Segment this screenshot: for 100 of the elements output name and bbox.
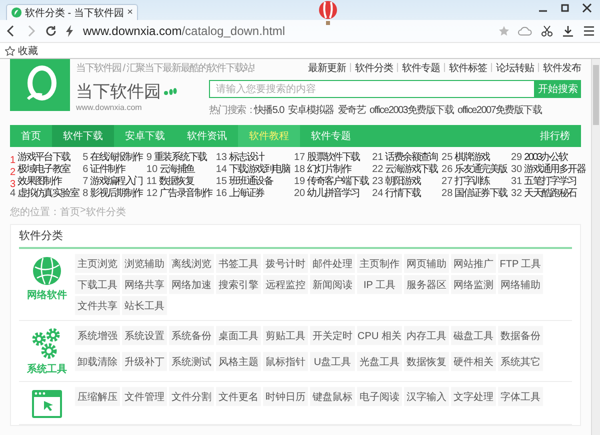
top-link[interactable]: 软件分类 bbox=[355, 60, 393, 74]
category-tag[interactable]: IP 工具 bbox=[357, 275, 402, 294]
hot-search-link[interactable]: office2003免费版下载 bbox=[370, 103, 454, 117]
category-tag[interactable]: 网络加速 bbox=[169, 275, 214, 294]
ranking-link[interactable]: 5 在线海报制作 bbox=[82, 152, 142, 164]
star-icon[interactable] bbox=[499, 26, 509, 36]
category-tag[interactable]: 硬件相关 bbox=[451, 352, 496, 371]
ranking-link[interactable]: 18 幻灯片制作 bbox=[294, 164, 368, 176]
ranking-link[interactable]: 32 天天酷跑秘石 bbox=[510, 188, 585, 200]
ranking-link[interactable]: 14 下载游戏到电脑 bbox=[216, 164, 290, 176]
maximize-icon[interactable] bbox=[560, 3, 570, 13]
ranking-link[interactable]: 6 证件制作 bbox=[82, 164, 142, 176]
ranking-link[interactable]: 30 游戏通用多开器 bbox=[510, 164, 585, 176]
ranking-link[interactable]: 12 广告录音制作 bbox=[146, 188, 212, 200]
ranking-link[interactable]: 17 股票软件下载 bbox=[294, 152, 368, 164]
cloud-icon[interactable] bbox=[518, 26, 532, 36]
category-tag[interactable]: 服务器区 bbox=[404, 275, 449, 294]
category-tag[interactable]: 主页制作 bbox=[357, 254, 402, 273]
category-tag[interactable]: 系统增强 bbox=[75, 326, 120, 345]
category-tag[interactable]: 拨号计时 bbox=[263, 254, 308, 273]
bookmark-label[interactable]: 收藏 bbox=[18, 44, 38, 58]
category-tag[interactable]: 数据恢复 bbox=[404, 352, 449, 371]
ranking-link[interactable]: 29 2003办公软 bbox=[510, 152, 585, 164]
category-tag[interactable]: 离线浏览 bbox=[169, 254, 214, 273]
ranking-link[interactable]: 10 云海捕鱼 bbox=[146, 164, 212, 176]
category-tag[interactable]: 磁盘工具 bbox=[451, 326, 496, 345]
menu-icon[interactable] bbox=[583, 25, 595, 37]
category-tag[interactable]: 电子阅读 bbox=[357, 387, 402, 406]
category-tag[interactable]: 数据备份 bbox=[498, 326, 543, 345]
top-link[interactable]: 软件标签 bbox=[449, 60, 487, 74]
category-tag[interactable]: 时钟日历 bbox=[263, 387, 308, 406]
category-tag[interactable]: 系统测试 bbox=[169, 352, 214, 371]
category-tag[interactable]: 邮件处理 bbox=[310, 254, 355, 273]
ranking-link[interactable]: 15 班班通设备 bbox=[216, 176, 290, 188]
category-tag[interactable]: 光盘工具 bbox=[357, 352, 402, 371]
hot-search-link[interactable]: 爱奇艺 bbox=[338, 103, 366, 117]
category-tag[interactable]: 书签工具 bbox=[216, 254, 261, 273]
ranking-link[interactable]: 25 棋牌游戏 bbox=[442, 152, 507, 164]
category-tag[interactable]: 下载工具 bbox=[75, 275, 120, 294]
category-tag[interactable]: 新闻阅读 bbox=[310, 275, 355, 294]
top-link[interactable]: 最新更新 bbox=[308, 60, 346, 74]
category-tag[interactable]: 文件分割 bbox=[169, 387, 214, 406]
ranking-link[interactable]: 21 话费余额查询 bbox=[372, 152, 438, 164]
category-tag[interactable]: 文件共享 bbox=[75, 296, 120, 315]
category-tag[interactable]: 系统其它 bbox=[498, 352, 543, 371]
category-tag[interactable]: CPU 相关 bbox=[357, 326, 402, 345]
ranking-link[interactable]: 1 游戏平台下载 bbox=[10, 152, 78, 164]
category-tag[interactable]: 升级补丁 bbox=[122, 352, 167, 371]
top-link[interactable]: 论坛转贴 bbox=[496, 60, 534, 74]
reload-icon[interactable] bbox=[45, 25, 57, 37]
category-tag[interactable]: FTP 工具 bbox=[498, 254, 543, 273]
category-tag[interactable]: 风格主题 bbox=[216, 352, 261, 371]
hot-search-link[interactable]: office2007免费版下载 bbox=[458, 103, 542, 117]
ranking-link[interactable]: 3 效果图制作 bbox=[10, 176, 78, 188]
ranking-link[interactable]: 16 上海证券 bbox=[216, 188, 290, 200]
top-link[interactable]: 软件发布 bbox=[543, 60, 581, 74]
ranking-link[interactable]: 9 重装系统下载 bbox=[146, 152, 212, 164]
hot-search-link[interactable]: 快播5.0 bbox=[254, 103, 284, 117]
category-tag[interactable]: 网络共享 bbox=[122, 275, 167, 294]
ranking-link[interactable]: 7 游戏编程入门 bbox=[82, 176, 142, 188]
ranking-link[interactable]: 4 虚拟仿真实验室 bbox=[10, 188, 78, 200]
category-tag[interactable]: 桌面工具 bbox=[216, 326, 261, 345]
category-tag[interactable]: 剪贴工具 bbox=[263, 326, 308, 345]
category-tag[interactable]: 开关定时 bbox=[310, 326, 355, 345]
ranking-link[interactable]: 2 极域电子教室 bbox=[10, 164, 78, 176]
ranking-link[interactable]: 19 传奇客户端下载 bbox=[294, 176, 368, 188]
browser-tab[interactable]: 软件分类 - 当下软件园 × bbox=[6, 4, 138, 20]
category-tag[interactable]: 鼠标指针 bbox=[263, 352, 308, 371]
search-field[interactable]: 请输入您要搜索的内容 bbox=[209, 80, 535, 98]
download-icon[interactable] bbox=[562, 25, 574, 37]
category-tag[interactable]: 文件更名 bbox=[216, 387, 261, 406]
category-tag[interactable]: 文件管理 bbox=[122, 387, 167, 406]
ranking-link[interactable]: 31 五笔打字学习 bbox=[510, 176, 585, 188]
category-tag[interactable]: 浏览辅助 bbox=[122, 254, 167, 273]
category-tag[interactable]: 系统备份 bbox=[169, 326, 214, 345]
ranking-link[interactable]: 24 行情下载 bbox=[372, 188, 438, 200]
category-tag[interactable]: 远程监控 bbox=[263, 275, 308, 294]
category-tag[interactable]: 压缩解压 bbox=[75, 387, 120, 406]
top-link[interactable]: 软件专题 bbox=[402, 60, 440, 74]
category-tag[interactable]: 系统设置 bbox=[122, 326, 167, 345]
close-icon[interactable] bbox=[582, 3, 592, 13]
category-tag[interactable]: 网页辅助 bbox=[404, 254, 449, 273]
ranking-link[interactable]: 22 云海游戏下载 bbox=[372, 164, 438, 176]
ranking-link[interactable]: 27 打字训练 bbox=[442, 176, 507, 188]
hot-search-link[interactable]: 安卓模拟器 bbox=[288, 103, 334, 117]
ranking-link[interactable]: 8 影视后期制作 bbox=[82, 188, 142, 200]
ranking-link[interactable]: 28 国信证券下载 bbox=[442, 188, 507, 200]
category-tag[interactable]: 网络监测 bbox=[451, 275, 496, 294]
category-tag[interactable]: 内存工具 bbox=[404, 326, 449, 345]
category-tag[interactable]: 键盘鼠标 bbox=[310, 387, 355, 406]
ranking-link[interactable]: 26 乐友通完美版 bbox=[442, 164, 507, 176]
category-tag[interactable]: 文字处理 bbox=[451, 387, 496, 406]
category-tag[interactable]: U盘工具 bbox=[310, 352, 355, 371]
category-tag[interactable]: 网络辅助 bbox=[498, 275, 543, 294]
scrollbar[interactable] bbox=[591, 59, 600, 435]
category-tag[interactable]: 主页浏览 bbox=[75, 254, 120, 273]
category-tag[interactable]: 网站推广 bbox=[451, 254, 496, 273]
category-tag[interactable]: 站长工具 bbox=[122, 296, 167, 315]
tab-close-button[interactable]: × bbox=[127, 7, 133, 18]
ranking-link[interactable]: 20 幼儿拼音学习 bbox=[294, 188, 368, 200]
